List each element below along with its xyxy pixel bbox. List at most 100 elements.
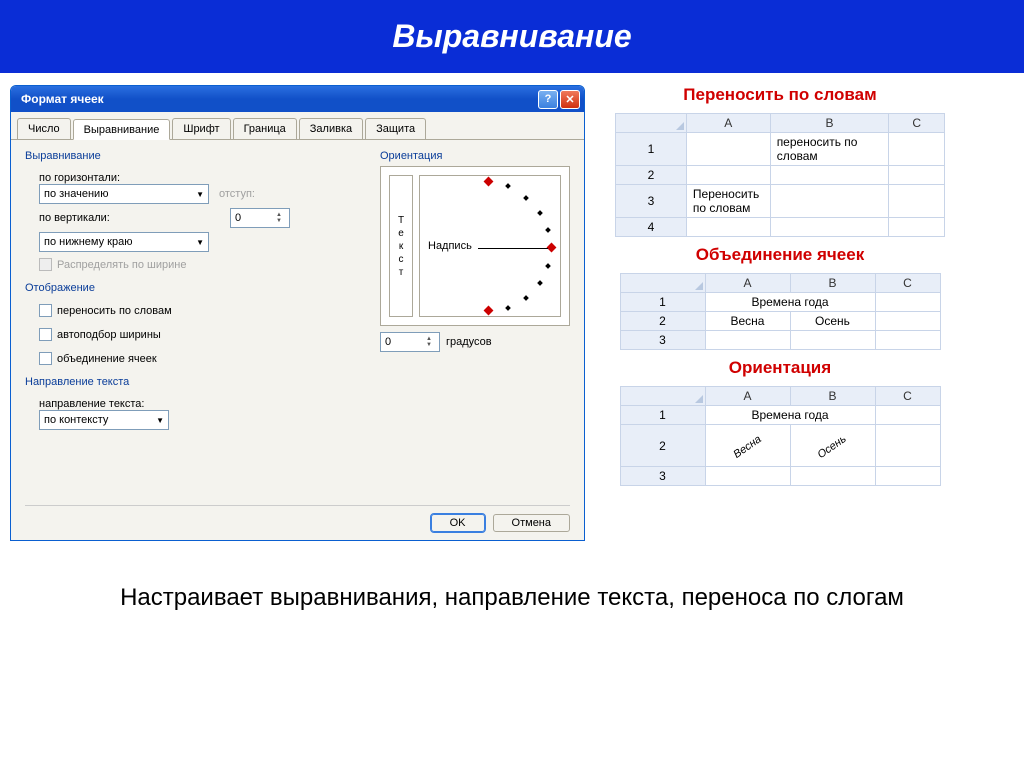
cell (875, 293, 940, 312)
cell (875, 406, 940, 425)
arc-dot-icon (505, 305, 511, 311)
chevron-down-icon: ▼ (196, 238, 204, 247)
tab-number[interactable]: Число (17, 118, 71, 139)
example-wrap-title: Переносить по словам (615, 85, 945, 105)
arc-dot-icon (537, 210, 543, 216)
indent-spinner[interactable]: 0 ▲▼ (230, 208, 290, 228)
tab-strip: Число Выравнивание Шрифт Граница Заливка… (11, 112, 584, 140)
cell (770, 185, 889, 218)
spinner-arrows-icon: ▲▼ (423, 336, 435, 348)
horizontal-combo[interactable]: по значению ▼ (39, 184, 209, 204)
cell (686, 166, 770, 185)
degrees-label: градусов (446, 336, 492, 348)
cell: Переносить по словам (686, 185, 770, 218)
cell (889, 133, 945, 166)
shrink-label: автоподбор ширины (57, 329, 161, 341)
arc-handle-icon (547, 243, 557, 253)
indent-label: отступ: (219, 188, 255, 200)
row-header: 3 (620, 467, 705, 486)
cell (875, 467, 940, 486)
row-header: 2 (620, 312, 705, 331)
col-header: A (705, 387, 790, 406)
example-merge-title: Объединение ячеек (615, 245, 945, 265)
direction-combo[interactable]: по контексту ▼ (39, 410, 169, 430)
arc-dot-icon (545, 227, 551, 233)
angled-text: Весна (731, 433, 763, 461)
tab-alignment[interactable]: Выравнивание (73, 119, 171, 140)
cell (770, 166, 889, 185)
col-header: B (770, 114, 889, 133)
chevron-down-icon: ▼ (156, 416, 164, 425)
spinner-arrows-icon: ▲▼ (273, 212, 285, 224)
cell (875, 312, 940, 331)
row-header: 4 (616, 218, 687, 237)
merge-label: объединение ячеек (57, 353, 157, 365)
tab-font[interactable]: Шрифт (172, 118, 230, 139)
col-header: B (790, 274, 875, 293)
dialog-columns: Выравнивание по горизонтали: по значению… (25, 150, 570, 505)
dialog-titlebar: Формат ячеек ? ✕ (11, 86, 584, 112)
arc-dot-icon (523, 195, 529, 201)
degrees-row: 0 ▲▼ градусов (380, 332, 570, 352)
slide-banner: Выравнивание (0, 0, 1024, 73)
ok-button[interactable]: OK (431, 514, 485, 532)
distribute-label: Распределять по ширине (57, 259, 186, 271)
wrap-checkbox[interactable] (39, 304, 52, 317)
cell (875, 425, 940, 467)
indent-value: 0 (235, 212, 241, 224)
col-header: A (705, 274, 790, 293)
cell: Осень (790, 312, 875, 331)
col-header: C (889, 114, 945, 133)
dialog-title: Формат ячеек (21, 92, 104, 106)
row-header: 2 (620, 425, 705, 467)
arc-line (478, 248, 548, 249)
row-header: 1 (616, 133, 687, 166)
merge-checkbox[interactable] (39, 352, 52, 365)
slide-footer-text: Настраивает выравнивания, направление те… (0, 581, 1024, 615)
cell: Весна (705, 312, 790, 331)
left-column: Выравнивание по горизонтали: по значению… (25, 150, 360, 505)
vertical-combo[interactable]: по нижнему краю ▼ (39, 232, 209, 252)
dialog-body: Выравнивание по горизонтали: по значению… (11, 140, 584, 540)
cell (889, 166, 945, 185)
degrees-spinner[interactable]: 0 ▲▼ (380, 332, 440, 352)
corner-cell (616, 114, 687, 133)
cell (770, 218, 889, 237)
close-button[interactable]: ✕ (560, 90, 580, 109)
distribute-checkbox-row: Распределять по ширине (39, 258, 360, 271)
horizontal-label: по горизонтали: (39, 172, 360, 184)
arc-dot-icon (537, 280, 543, 286)
orientation-arc-label: Надпись (428, 240, 472, 252)
tab-protection[interactable]: Защита (365, 118, 426, 139)
arc-dot-icon (545, 263, 551, 269)
corner-cell (620, 274, 705, 293)
slide-title: Выравнивание (392, 18, 631, 54)
distribute-checkbox (39, 258, 52, 271)
degrees-value: 0 (385, 336, 391, 348)
cell (875, 331, 940, 350)
orientation-box: Текст Надпись (380, 166, 570, 326)
format-cells-dialog: Формат ячеек ? ✕ Число Выравнивание Шриф… (10, 85, 585, 541)
arc-endpoint-bottom-icon (484, 306, 494, 316)
row-header: 3 (620, 331, 705, 350)
tab-fill[interactable]: Заливка (299, 118, 363, 139)
alignment-group-label: Выравнивание (25, 150, 360, 162)
cell (705, 331, 790, 350)
tab-border[interactable]: Граница (233, 118, 297, 139)
orientation-vertical-button[interactable]: Текст (389, 175, 413, 317)
wrap-label: переносить по словам (57, 305, 172, 317)
col-header: B (790, 387, 875, 406)
shrink-checkbox[interactable] (39, 328, 52, 341)
orientation-arc-control[interactable]: Надпись (419, 175, 561, 317)
row-header: 3 (616, 185, 687, 218)
merged-cell: Времена года (705, 293, 875, 312)
example-orient-title: Ориентация (615, 358, 945, 378)
chevron-down-icon: ▼ (196, 190, 204, 199)
arc-endpoint-top-icon (484, 177, 494, 187)
help-button[interactable]: ? (538, 90, 558, 109)
cancel-button[interactable]: Отмена (493, 514, 570, 532)
example-wrap-table: A B C 1переносить по словам 2 3Переносит… (615, 113, 945, 237)
cell: Осень (790, 425, 875, 467)
cell (686, 133, 770, 166)
row-header: 2 (616, 166, 687, 185)
